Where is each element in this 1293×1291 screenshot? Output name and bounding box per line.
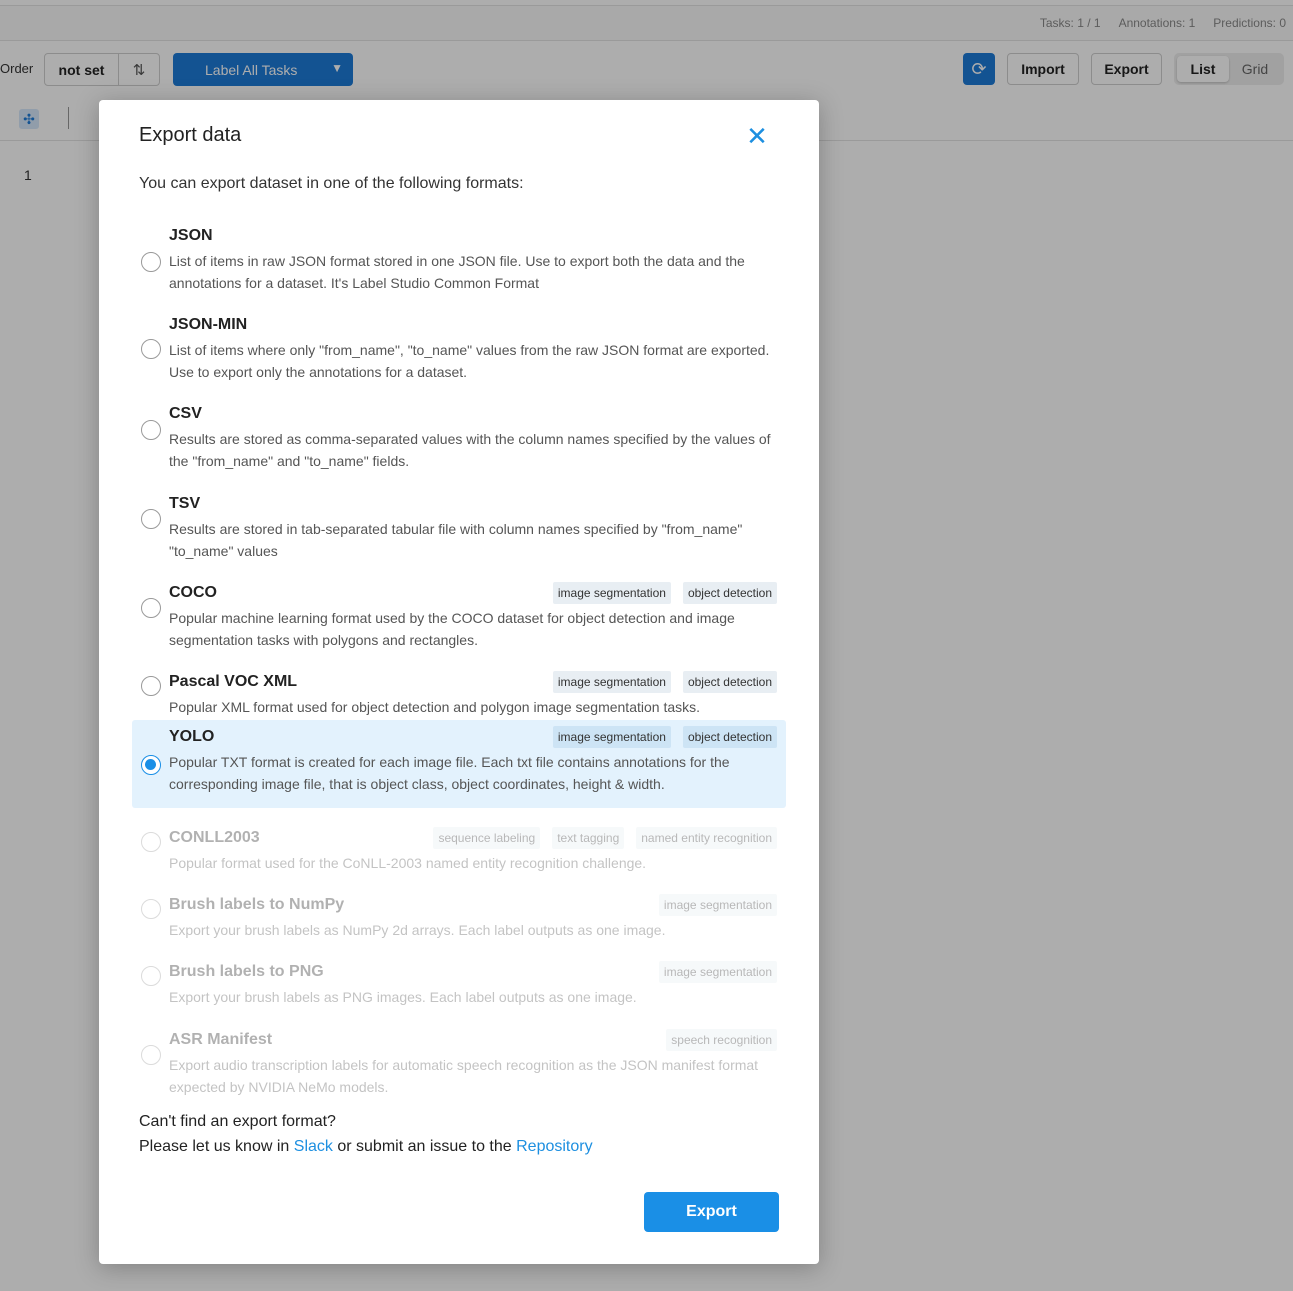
format-title: Brush labels to NumPy [169,896,345,913]
format-description: Results are stored in tab-separated tabu… [169,521,743,559]
modal-title: Export data [139,124,242,146]
format-tag: image segmentation [552,671,671,693]
footer-help: Please let us know in Slack or submit an… [139,1138,593,1156]
format-radio [141,832,161,852]
footer-prefix: Please let us know in [139,1138,290,1155]
format-description: Popular format used for the CoNLL-2003 n… [169,855,647,871]
format-tag: image segmentation [552,582,671,604]
format-tag: named entity recognition [636,827,777,849]
export-modal: Export data ✕ You can export dataset in … [99,100,819,1264]
export-button[interactable]: Export [644,1192,779,1232]
format-option: Brush labels to NumPy Export your brush l… [132,888,786,938]
format-tag: image segmentation [552,726,671,748]
format-tags: speech recognition [666,1029,777,1051]
format-tag: sequence labeling [433,827,541,849]
format-option: Brush labels to PNG Export your brush lab… [132,955,786,1005]
footer-middle: or submit an issue to the [337,1138,512,1155]
format-description: Export your brush labels as PNG images. … [169,989,637,1005]
format-tag: object detection [682,726,777,748]
format-tag: object detection [682,582,777,604]
format-title: Brush labels to PNG [169,963,324,980]
format-title: Pascal VOC XML [169,673,298,690]
format-description: Export your brush labels as NumPy 2d arr… [169,922,666,938]
format-tags: image segmentation object detection [552,671,777,693]
repository-link[interactable]: Repository [516,1138,592,1155]
format-title: CONLL2003 [169,829,260,846]
format-radio [141,1045,161,1065]
format-tags: image segmentation object detection [552,726,777,748]
format-title: JSON [169,227,213,244]
format-radio [141,966,161,986]
format-radio[interactable] [141,598,161,618]
format-tags: image segmentation [658,961,777,983]
format-radio[interactable] [141,755,161,775]
format-radio[interactable] [141,339,161,359]
format-radio[interactable] [141,509,161,529]
format-option[interactable]: CSV Results are stored as comma-separated… [132,397,786,469]
format-option[interactable]: JSON List of items in raw JSON format sto… [132,219,786,291]
format-tags: image segmentation object detection [552,582,777,604]
slack-link[interactable]: Slack [294,1138,333,1155]
format-title: JSON-MIN [169,316,248,333]
format-title: COCO [169,584,217,601]
format-description: List of items in raw JSON format stored … [169,253,745,291]
footer-question: Can't find an export format? [139,1113,336,1130]
format-description: Results are stored as comma-separated va… [169,431,771,469]
format-title: CSV [169,405,202,422]
format-option[interactable]: COCO Popular machine learning format used… [132,576,786,648]
format-description: Popular XML format used for object detec… [169,699,701,715]
format-tags: image segmentation [658,894,777,916]
format-description: Export audio transcription labels for au… [169,1057,759,1095]
format-option[interactable]: JSON-MIN List of items where only "from_n… [132,308,786,380]
format-option: ASR Manifest Export audio transcription l… [132,1023,786,1095]
format-radio[interactable] [141,420,161,440]
format-option[interactable]: TSV Results are stored in tab-separated t… [132,487,786,559]
format-tags: sequence labeling text tagging named entit… [433,827,777,849]
format-description: List of items where only "from_name", "t… [169,342,770,380]
close-icon[interactable]: ✕ [744,123,770,150]
format-option[interactable]: YOLO Popular TXT format is created for ea… [132,720,786,808]
format-tag: image segmentation [658,894,777,916]
format-radio[interactable] [141,252,161,272]
format-description: Popular machine learning format used by … [169,610,735,648]
format-tag: speech recognition [666,1029,777,1051]
format-option[interactable]: Pascal VOC XML Popular XML format used fo… [132,665,786,715]
format-tag: object detection [682,671,777,693]
format-title: ASR Manifest [169,1031,273,1048]
format-title: TSV [169,495,201,512]
format-tag: image segmentation [658,961,777,983]
format-description: Popular TXT format is created for each i… [169,754,730,792]
format-tag: text tagging [552,827,625,849]
format-radio [141,899,161,919]
format-option: CONLL2003 Popular format used for the CoN… [132,821,786,871]
modal-intro: You can export dataset in one of the fol… [139,175,524,192]
format-title: YOLO [169,728,215,745]
format-radio[interactable] [141,676,161,696]
